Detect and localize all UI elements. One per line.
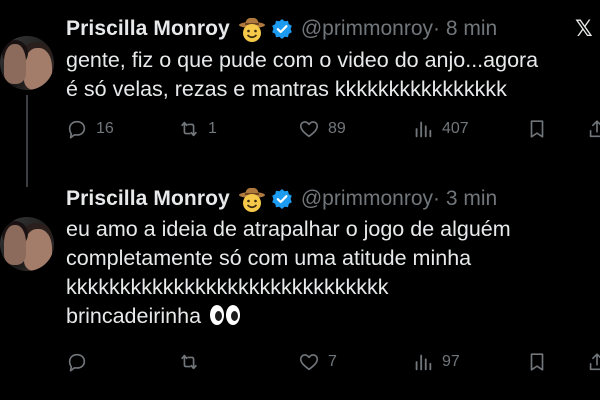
tweet-text-line: gente, fiz o que pude com o video do anj…: [66, 48, 539, 72]
like-button[interactable]: 7: [298, 351, 337, 373]
author-handle[interactable]: @primmonroy: [301, 187, 433, 211]
retweet-icon: [181, 121, 197, 137]
view-count: 97: [442, 353, 460, 370]
author-handle[interactable]: @primmonroy: [301, 17, 433, 41]
share-icon: [589, 353, 600, 371]
timestamp[interactable]: · 8 min: [433, 17, 497, 41]
reply-icon: [68, 120, 86, 139]
tweet-text-line: é só velas, rezas e mantras kkkkkkkkkkkk…: [66, 77, 507, 101]
bookmark-button[interactable]: [526, 351, 548, 373]
author-name[interactable]: Priscilla Monroy: [66, 17, 230, 41]
reply-button[interactable]: [66, 351, 96, 373]
tweet-text-line: brincadeirinha: [66, 304, 202, 328]
author-name[interactable]: Priscilla Monroy: [66, 187, 230, 211]
timestamp[interactable]: · 3 min: [433, 187, 497, 211]
views-button[interactable]: 407: [412, 118, 469, 140]
avatar[interactable]: [0, 36, 54, 90]
like-count: 7: [328, 353, 337, 370]
like-button[interactable]: 89: [298, 118, 346, 140]
x-logo-icon: 𝕏: [575, 16, 593, 41]
eyes-emoji: [210, 305, 241, 325]
verified-badge-icon: [272, 189, 292, 209]
views-button[interactable]: 97: [412, 351, 460, 373]
retweet-count: 1: [208, 120, 217, 137]
reply-icon: [68, 353, 86, 372]
like-count: 89: [328, 120, 346, 137]
reply-count: 16: [96, 120, 114, 137]
retweet-icon: [181, 354, 197, 370]
cowboy-face-emoji: [238, 17, 265, 42]
tweet-text-last-line: brincadeirinha: [66, 302, 511, 331]
share-icon: [589, 120, 600, 138]
share-button[interactable]: [586, 351, 600, 373]
views-chart-icon: [415, 121, 432, 138]
retweet-button[interactable]: 1: [178, 118, 217, 140]
share-button[interactable]: [586, 118, 600, 140]
tweet-header: Priscilla Monroy @primmonroy · 3 min: [66, 184, 497, 214]
reply-button[interactable]: 16: [66, 118, 114, 140]
heart-icon: [299, 121, 319, 138]
tweet-2[interactable]: Priscilla Monroy @primmonroy · 3 min eu …: [0, 182, 600, 400]
tweet-text-line: kkkkkkkkkkkkkkkkkkkkkkkkkkkkkk: [66, 275, 389, 299]
bookmark-icon: [530, 353, 544, 371]
heart-icon: [299, 354, 319, 371]
view-count: 407: [442, 120, 469, 137]
verified-badge-icon: [272, 19, 292, 39]
tweet-text-line: eu amo a ideia de atrapalhar o jogo de a…: [66, 217, 511, 241]
cowboy-face-emoji: [238, 187, 265, 212]
avatar[interactable]: [0, 217, 54, 271]
action-bar: 16 1 89 407: [66, 118, 600, 148]
bookmark-button[interactable]: [526, 118, 548, 140]
views-chart-icon: [415, 354, 432, 371]
action-bar: 7 97: [66, 351, 600, 381]
tweet-text: eu amo a ideia de atrapalhar o jogo de a…: [66, 215, 511, 331]
retweet-button[interactable]: [178, 351, 208, 373]
tweet-1[interactable]: Priscilla Monroy @primmonroy · 8 min 𝕏 g…: [0, 0, 600, 182]
tweet-text-line: completamente só com uma atitude minha: [66, 246, 472, 270]
tweet-header: Priscilla Monroy @primmonroy · 8 min: [66, 14, 497, 44]
bookmark-icon: [530, 120, 544, 138]
tweet-text: gente, fiz o que pude com o video do anj…: [66, 46, 538, 104]
